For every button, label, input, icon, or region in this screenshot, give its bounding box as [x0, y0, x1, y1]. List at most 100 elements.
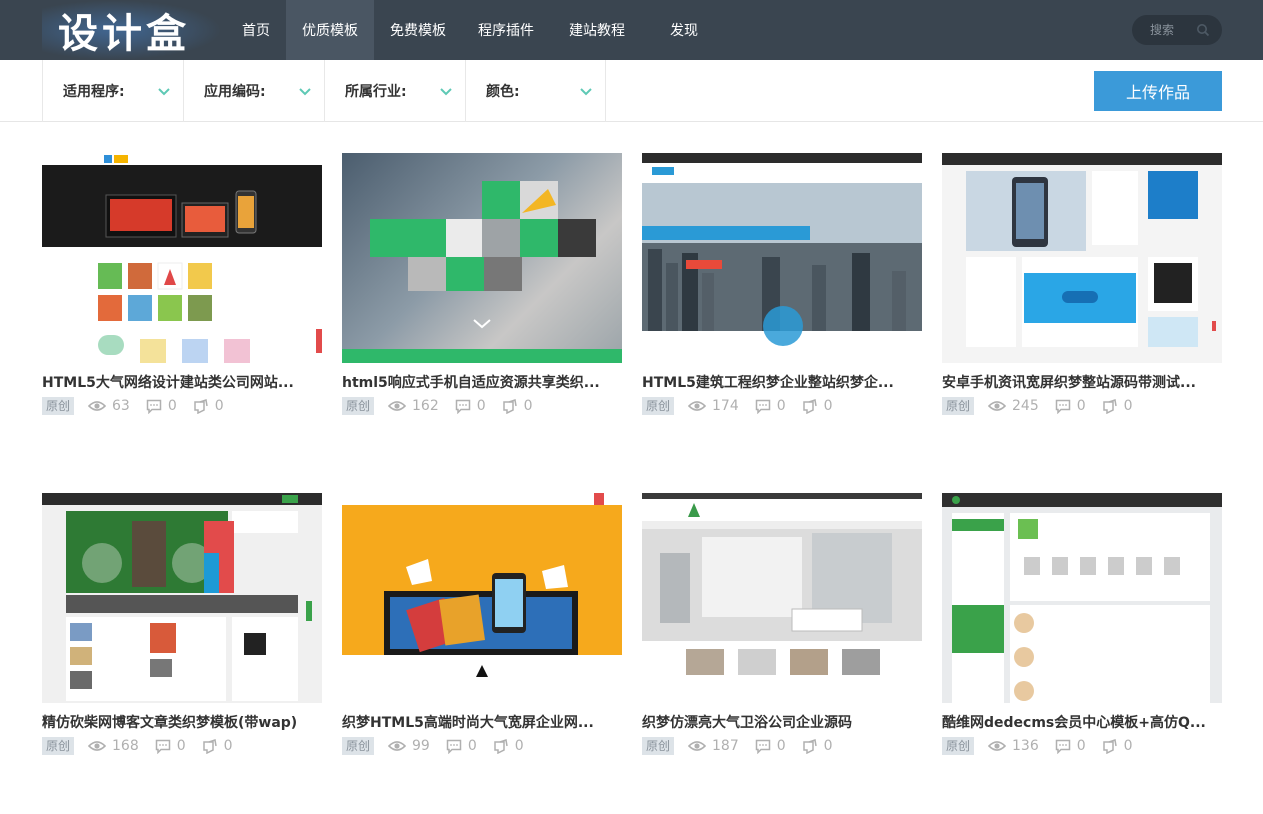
upload-work-button[interactable]: 上传作品	[1094, 71, 1222, 111]
likes-count: 0	[1123, 398, 1133, 414]
template-card: 精仿砍柴网博客文章类织梦模板(带wap) 原创 168 0 0	[42, 493, 322, 756]
original-badge: 原创	[642, 737, 675, 755]
filter-color[interactable]: 颜色:	[465, 60, 606, 122]
views-stat: 245	[988, 398, 1039, 414]
card-title[interactable]: HTML5大气网络设计建站类公司网站...	[42, 373, 322, 393]
card-title[interactable]: 精仿砍柴网博客文章类织梦模板(带wap)	[42, 713, 322, 733]
likes-stat: 0	[493, 738, 524, 754]
card-meta: 原创 99 0 0	[342, 736, 622, 756]
likes-count: 0	[823, 398, 833, 414]
likes-count: 0	[223, 738, 233, 754]
likes-stat: 0	[802, 398, 833, 414]
template-thumbnail[interactable]	[342, 493, 622, 703]
search-icon[interactable]	[1196, 23, 1210, 37]
logo-text: 设计盒	[58, 11, 190, 57]
filter-label: 适用程序:	[63, 84, 125, 100]
card-title[interactable]: HTML5建筑工程织梦企业整站织梦企...	[642, 373, 922, 393]
comments-count: 0	[1076, 738, 1086, 754]
likes-count: 0	[1123, 738, 1133, 754]
views-stat: 63	[88, 398, 130, 414]
comments-stat: 0	[455, 398, 486, 414]
template-thumbnail[interactable]	[942, 153, 1222, 363]
template-card: 酷维网dedecms会员中心模板+高仿Q... 原创 136 0 0	[942, 493, 1222, 756]
card-title[interactable]: html5响应式手机自适应资源共享类织...	[342, 373, 622, 393]
card-meta: 原创 174 0 0	[642, 396, 922, 416]
filter-label: 应用编码:	[204, 84, 266, 100]
likes-stat: 0	[802, 738, 833, 754]
card-meta: 原创 187 0 0	[642, 736, 922, 756]
site-logo[interactable]: 设计盒	[42, 0, 222, 60]
card-title[interactable]: 安卓手机资讯宽屏织梦整站源码带测试...	[942, 373, 1222, 393]
original-badge: 原创	[942, 397, 975, 415]
original-badge: 原创	[42, 397, 75, 415]
top-navbar: 设计盒 首页 优质模板 免费模板 程序插件 建站教程 发现	[0, 0, 1263, 60]
comments-stat: 0	[155, 738, 186, 754]
search-input[interactable]	[1132, 15, 1192, 45]
comments-stat: 0	[1055, 738, 1086, 754]
nav-item-free-templates[interactable]: 免费模板	[374, 0, 462, 60]
eye-icon	[88, 401, 107, 411]
comments-stat: 0	[446, 738, 477, 754]
views-count: 245	[1012, 398, 1039, 414]
filter-program[interactable]: 适用程序:	[42, 60, 183, 122]
template-thumbnail[interactable]	[42, 493, 322, 703]
like-icon	[194, 398, 208, 414]
comments-count: 0	[176, 738, 186, 754]
card-meta: 原创 162 0 0	[342, 396, 622, 416]
like-icon	[802, 738, 817, 754]
filter-industry[interactable]: 所属行业:	[324, 60, 465, 122]
card-title[interactable]: 织梦HTML5高端时尚大气宽屏企业网...	[342, 713, 622, 733]
views-count: 168	[112, 738, 139, 754]
views-count: 99	[412, 738, 430, 754]
card-meta: 原创 245 0 0	[942, 396, 1222, 416]
comments-count: 0	[476, 398, 486, 414]
card-meta: 原创 136 0 0	[942, 736, 1222, 756]
chevron-down-icon	[440, 88, 452, 96]
template-thumbnail[interactable]	[942, 493, 1222, 703]
nav-item-premium-templates[interactable]: 优质模板	[286, 0, 374, 60]
template-thumbnail[interactable]	[42, 153, 322, 363]
comment-icon	[1055, 399, 1070, 414]
template-thumbnail[interactable]	[342, 153, 622, 363]
comments-count: 0	[1076, 398, 1086, 414]
template-thumbnail[interactable]	[642, 153, 922, 363]
original-badge: 原创	[342, 397, 375, 415]
comments-stat: 0	[1055, 398, 1086, 414]
views-stat: 168	[88, 738, 139, 754]
like-icon	[1102, 398, 1117, 414]
card-title[interactable]: 织梦仿漂亮大气卫浴公司企业源码	[642, 713, 922, 733]
eye-icon	[388, 741, 407, 751]
original-badge: 原创	[942, 737, 975, 755]
card-title[interactable]: 酷维网dedecms会员中心模板+高仿Q...	[942, 713, 1222, 733]
eye-icon	[88, 741, 107, 751]
original-badge: 原创	[642, 397, 675, 415]
likes-stat: 0	[1102, 398, 1133, 414]
comment-icon	[446, 739, 462, 754]
template-card: HTML5大气网络设计建站类公司网站... 原创 63 0 0	[42, 153, 322, 416]
chevron-down-icon	[158, 88, 170, 96]
like-icon	[1102, 738, 1117, 754]
like-icon	[802, 398, 817, 414]
views-stat: 174	[688, 398, 739, 414]
comment-icon	[1055, 739, 1070, 754]
template-card: html5响应式手机自适应资源共享类织... 原创 162 0 0	[342, 153, 622, 416]
views-stat: 162	[388, 398, 439, 414]
comment-icon	[755, 399, 770, 414]
template-thumbnail[interactable]	[642, 493, 922, 703]
nav-item-plugins[interactable]: 程序插件	[462, 0, 550, 60]
eye-icon	[688, 401, 707, 411]
views-stat: 136	[988, 738, 1039, 754]
comments-count: 0	[467, 738, 477, 754]
likes-count: 0	[823, 738, 833, 754]
card-meta: 原创 63 0 0	[42, 396, 322, 416]
nav-item-home[interactable]: 首页	[226, 0, 286, 60]
comments-stat: 0	[755, 738, 786, 754]
nav-item-tutorials[interactable]: 建站教程	[550, 0, 644, 60]
filter-encoding[interactable]: 应用编码:	[183, 60, 324, 122]
eye-icon	[988, 741, 1007, 751]
like-icon	[202, 738, 217, 754]
nav-item-discover[interactable]: 发现	[644, 0, 724, 60]
original-badge: 原创	[42, 737, 75, 755]
likes-count: 0	[523, 398, 533, 414]
likes-stat: 0	[502, 398, 533, 414]
